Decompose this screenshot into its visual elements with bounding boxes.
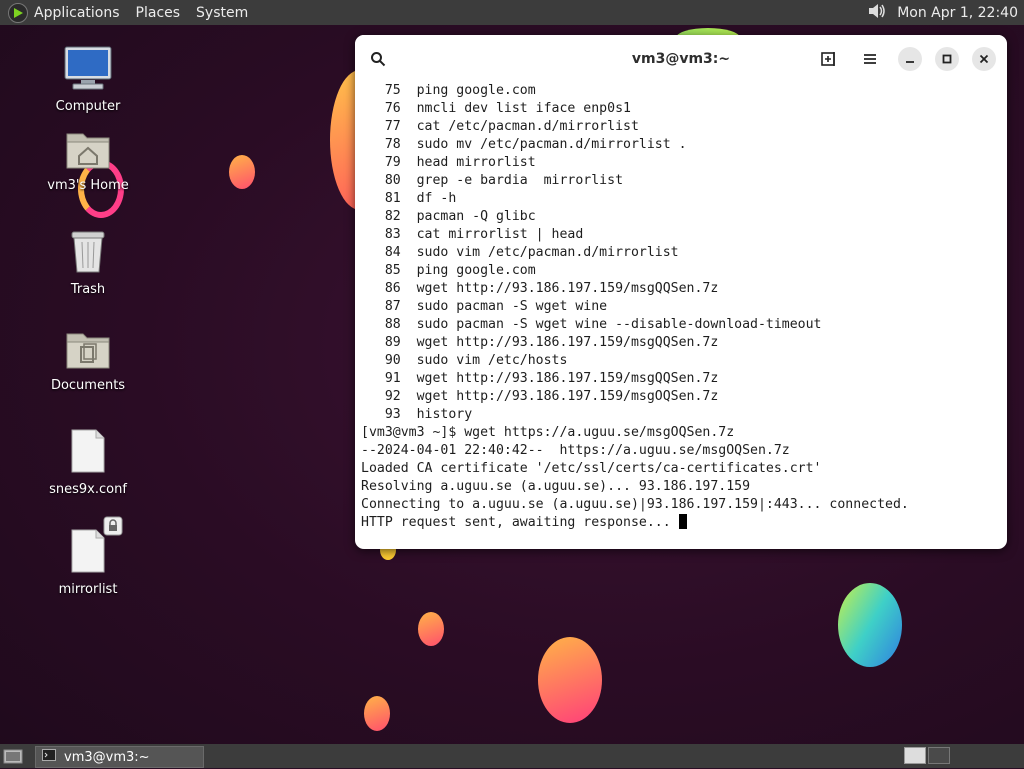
text-file-icon — [33, 428, 143, 478]
volume-icon[interactable] — [867, 3, 887, 23]
close-icon[interactable] — [972, 47, 996, 71]
terminal-line: 78 sudo mv /etc/pacman.d/mirrorlist . — [361, 137, 687, 152]
distro-logo-icon[interactable] — [8, 2, 28, 23]
terminal-line: 82 pacman -Q glibc — [361, 209, 536, 224]
show-desktop-icon[interactable] — [3, 747, 23, 769]
terminal-line: 86 wget http://93.186.197.159/msgQQSen.7… — [361, 281, 719, 296]
applications-menu[interactable]: Applications — [34, 5, 120, 21]
search-icon[interactable] — [366, 47, 390, 71]
terminal-line: [vm3@vm3 ~]$ wget https://a.uguu.se/msgO… — [361, 425, 735, 440]
wallpaper-blob — [538, 637, 602, 723]
terminal-line: 75 ping google.com — [361, 83, 536, 98]
terminal-line: 80 grep -e bardia mirrorlist — [361, 173, 624, 188]
terminal-line: 81 df -h — [361, 191, 457, 206]
desktop-icon-mirrorlist[interactable]: mirrorlist — [33, 516, 143, 597]
terminal-output[interactable]: 75 ping google.com 76 nmcli dev list ifa… — [361, 82, 1001, 542]
taskbar-item-terminal[interactable]: vm3@vm3:~ — [35, 746, 204, 768]
terminal-line: 87 sudo pacman -S wget wine — [361, 299, 608, 314]
terminal-line: 88 sudo pacman -S wget wine --disable-do… — [361, 317, 822, 332]
desktop-icon-label: Trash — [70, 282, 106, 297]
computer-icon — [33, 45, 143, 95]
terminal-window[interactable]: vm3@vm3:~ 75 ping google.com 76 nmcli de… — [355, 35, 1007, 549]
desktop-icon-trash[interactable]: Trash — [33, 228, 143, 297]
places-menu[interactable]: Places — [136, 5, 181, 21]
wallpaper-blob — [364, 696, 390, 731]
terminal-line: Connecting to a.uguu.se (a.uguu.se)|93.1… — [361, 497, 909, 512]
new-tab-icon[interactable] — [817, 47, 841, 71]
terminal-header-bar[interactable]: vm3@vm3:~ — [355, 35, 1007, 82]
trash-icon — [33, 228, 143, 278]
terminal-line: 85 ping google.com — [361, 263, 536, 278]
system-menu[interactable]: System — [196, 5, 248, 21]
terminal-line: 79 head mirrorlist — [361, 155, 536, 170]
workspace-switcher[interactable] — [904, 747, 926, 764]
taskbar-item-label: vm3@vm3:~ — [64, 749, 150, 765]
top-panel-right: Mon Apr 1, 22:40 — [867, 3, 1024, 23]
terminal-line: 89 wget http://93.186.197.159/msgQQSen.7… — [361, 335, 719, 350]
terminal-line: 84 sudo vim /etc/pacman.d/mirrorlist — [361, 245, 679, 260]
terminal-icon — [42, 749, 56, 765]
lock-icon — [103, 516, 123, 540]
workspace-switcher-2[interactable] — [928, 747, 950, 764]
desktop-icon-documents[interactable]: Documents — [33, 328, 143, 393]
terminal-line: 76 nmcli dev list iface enp0s1 — [361, 101, 631, 116]
maximize-icon[interactable] — [935, 47, 959, 71]
desktop-icon-label: Computer — [55, 99, 121, 114]
terminal-line: Resolving a.uguu.se (a.uguu.se)... 93.18… — [361, 479, 751, 494]
terminal-line: Loaded CA certificate '/etc/ssl/certs/ca… — [361, 461, 822, 476]
locked-file-icon — [69, 516, 123, 578]
documents-folder-icon — [33, 328, 143, 374]
desktop-icon-label: vm3's Home — [47, 178, 129, 193]
clock[interactable]: Mon Apr 1, 22:40 — [897, 5, 1018, 21]
minimize-icon[interactable] — [898, 47, 922, 71]
terminal-line: 93 history — [361, 407, 473, 422]
terminal-line: HTTP request sent, awaiting response... — [361, 515, 679, 530]
bottom-panel: vm3@vm3:~ — [0, 744, 1024, 768]
terminal-line: 92 wget http://93.186.197.159/msgOQSen.7… — [361, 389, 719, 404]
wallpaper-blob — [229, 155, 255, 189]
desktop-icon-label: mirrorlist — [58, 582, 118, 597]
terminal-line: 83 cat mirrorlist | head — [361, 227, 584, 242]
terminal-line: 77 cat /etc/pacman.d/mirrorlist — [361, 119, 639, 134]
desktop-icon-label: snes9x.conf — [49, 482, 127, 497]
text-cursor — [678, 514, 687, 529]
desktop-icon-label: Documents — [50, 378, 126, 393]
terminal-current-line: HTTP request sent, awaiting response... — [361, 514, 1001, 532]
main-menu: Applications Places System — [0, 0, 264, 25]
home-folder-icon — [33, 128, 143, 174]
wallpaper-blob — [418, 612, 444, 646]
desktop-icon-home[interactable]: vm3's Home — [33, 128, 143, 193]
terminal-line: 91 wget http://93.186.197.159/msgQQSen.7… — [361, 371, 719, 386]
wallpaper-blob — [838, 583, 902, 667]
desktop-icon-snes9x-conf[interactable]: snes9x.conf — [33, 428, 143, 497]
hamburger-menu-icon[interactable] — [858, 47, 882, 71]
desktop-icon-computer[interactable]: Computer — [33, 45, 143, 114]
terminal-line: 90 sudo vim /etc/hosts — [361, 353, 568, 368]
terminal-line: --2024-04-01 22:40:42-- https://a.uguu.s… — [361, 443, 790, 458]
top-panel: Applications Places System Mon Apr 1, 22… — [0, 0, 1024, 25]
